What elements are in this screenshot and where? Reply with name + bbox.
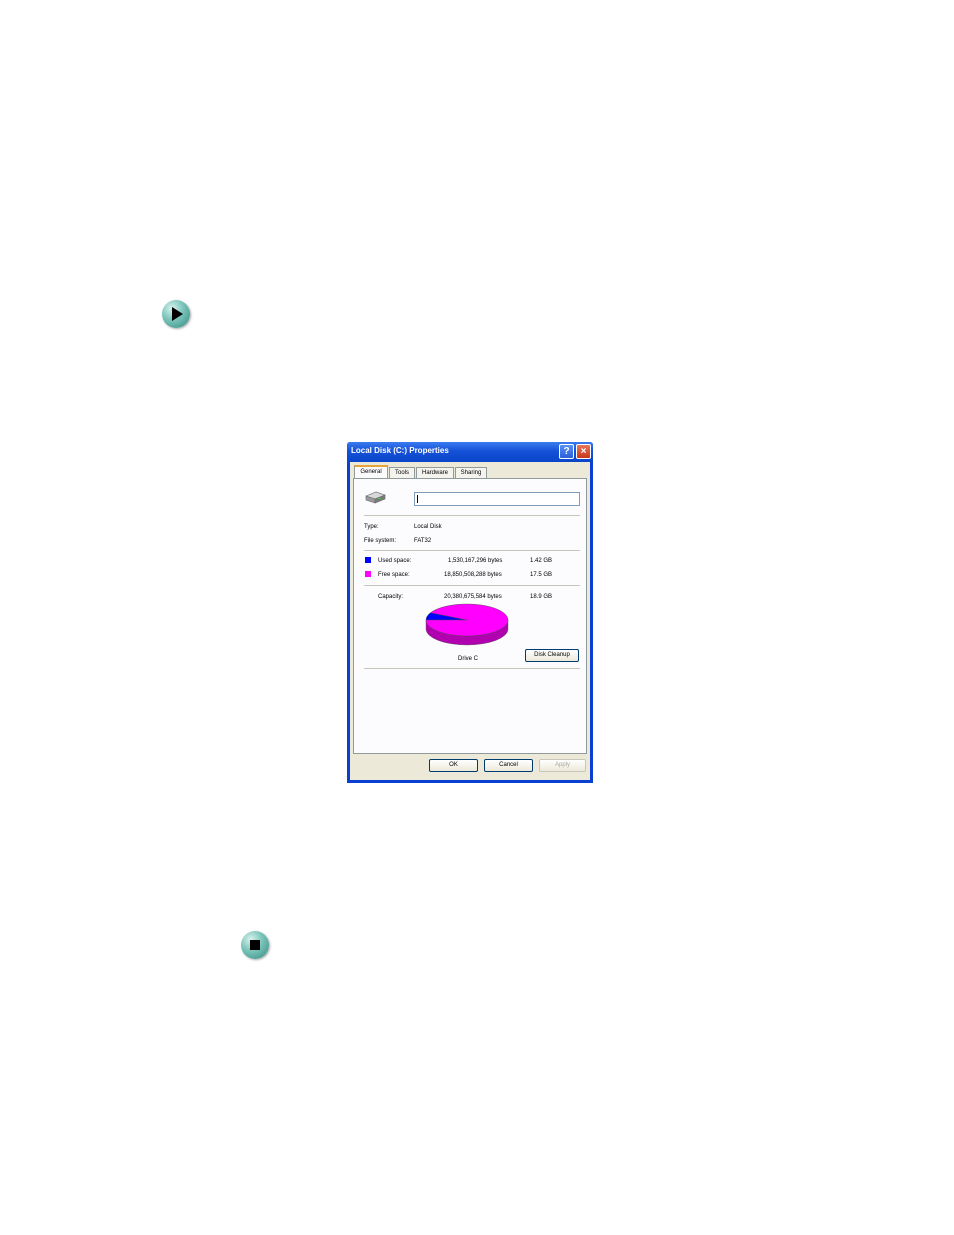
used-space-swatch <box>365 557 371 563</box>
free-space-bytes: 18,850,508,288 bytes <box>444 572 502 578</box>
tab-tools[interactable]: Tools <box>389 467 415 478</box>
capacity-size: 18.9 GB <box>530 594 553 600</box>
dialog-body: General Tools Hardware Sharing Type: Loc… <box>350 462 590 780</box>
hard-drive-icon <box>365 491 386 504</box>
properties-dialog: Local Disk (C:) Properties ? × General T… <box>347 442 593 783</box>
ok-button[interactable]: OK <box>429 759 478 772</box>
used-space-label: Used space: <box>378 558 412 564</box>
disk-cleanup-button[interactable]: Disk Cleanup <box>525 649 579 662</box>
apply-button[interactable]: Apply <box>539 759 586 772</box>
general-panel: Type: Local Disk File system: FAT32 Used… <box>353 478 587 754</box>
drive-label: Drive C <box>458 656 479 662</box>
capacity-bytes: 20,380,675,584 bytes <box>444 594 502 600</box>
tab-hardware[interactable]: Hardware <box>416 467 454 478</box>
play-arrow-icon <box>162 300 190 328</box>
volume-label-input[interactable] <box>414 492 580 506</box>
separator <box>364 550 580 551</box>
used-space-bytes: 1,530,167,296 bytes <box>448 558 503 564</box>
separator <box>364 668 580 669</box>
pie-slice-free-space <box>425 603 509 637</box>
cancel-button[interactable]: Cancel <box>484 759 533 772</box>
free-space-label: Free space: <box>378 572 410 578</box>
type-value: Local Disk <box>414 524 442 530</box>
tab-general[interactable]: General <box>354 465 388 478</box>
close-button[interactable]: × <box>576 444 591 459</box>
separator <box>364 585 580 586</box>
file-system-value: FAT32 <box>414 538 432 544</box>
disk-usage-pie-chart <box>425 603 509 646</box>
used-space-size: 1.42 GB <box>530 558 553 564</box>
free-space-swatch <box>365 571 371 577</box>
dialog-title: Local Disk (C:) Properties <box>351 446 449 455</box>
type-label: Type: <box>364 524 379 530</box>
help-button[interactable]: ? <box>559 444 574 459</box>
stop-square-icon <box>241 931 269 959</box>
capacity-label: Capacity: <box>378 594 404 600</box>
file-system-label: File system: <box>364 538 397 544</box>
tab-sharing[interactable]: Sharing <box>455 467 487 478</box>
separator <box>364 515 580 516</box>
title-bar[interactable]: Local Disk (C:) Properties ? × <box>347 442 593 462</box>
free-space-size: 17.5 GB <box>530 572 553 578</box>
